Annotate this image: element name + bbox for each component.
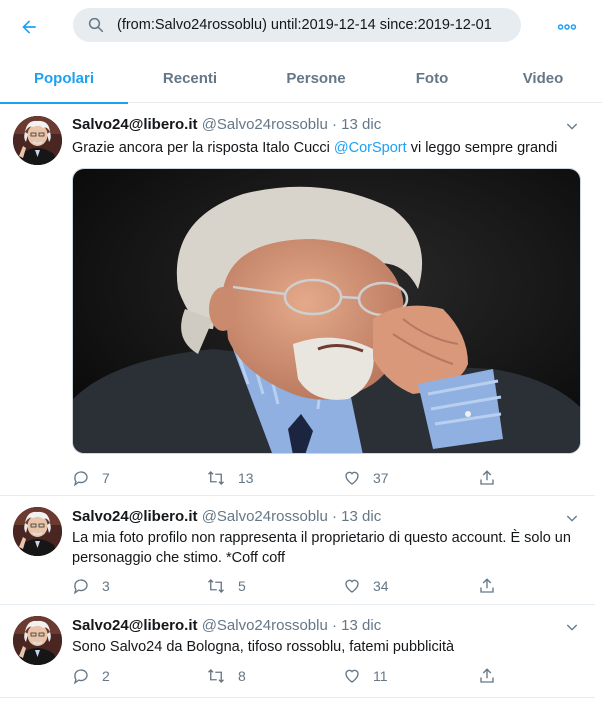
avatar[interactable] [13,116,62,165]
mention-link[interactable]: @CorSport [334,140,407,156]
tweet-actions: 2 8 11 [72,666,512,686]
top-bar [0,0,602,53]
tweet-header: Salvo24@libero.it @Salvo24rossoblu · 13 … [72,116,381,136]
reply-icon [73,669,88,685]
tweet-photo[interactable] [72,168,581,454]
like-count: 34 [373,578,389,594]
heart-icon [345,669,359,683]
retweet-count: 13 [238,470,254,486]
more-button[interactable] [552,12,582,42]
search-icon [88,17,104,33]
heart-icon [345,579,359,593]
retweet-icon [208,471,224,485]
share-icon [480,668,494,683]
display-name[interactable]: Salvo24@libero.it [72,508,198,525]
user-handle[interactable]: @Salvo24rossoblu [202,508,328,525]
tweet-date[interactable]: 13 dic [341,617,381,634]
share-button[interactable] [478,666,496,686]
tab-recenti[interactable]: Recenti [128,53,252,103]
retweet-button[interactable]: 5 [206,576,246,596]
tweet-header: Salvo24@libero.it @Salvo24rossoblu · 13 … [72,508,381,528]
separator-dot: · [332,508,337,525]
share-button[interactable] [478,576,496,596]
chevron-down-icon[interactable] [564,619,580,635]
avatar[interactable] [13,507,62,556]
display-name[interactable]: Salvo24@libero.it [72,617,198,634]
chevron-down-icon[interactable] [564,510,580,526]
like-count: 11 [373,668,388,684]
arrow-left-icon [22,20,36,34]
reply-button[interactable]: 3 [72,576,110,596]
tab-persone[interactable]: Persone [252,53,380,103]
like-button[interactable]: 37 [343,468,389,488]
back-button[interactable] [14,12,44,42]
reply-icon [73,579,88,595]
tweet-actions: 7 13 37 [72,468,512,488]
like-count: 37 [373,470,389,486]
reply-count: 2 [102,668,110,684]
tab-popolari[interactable]: Popolari [0,53,128,104]
separator-dot: · [332,116,337,133]
tab-foto[interactable]: Foto [380,53,484,103]
reply-icon [73,471,88,487]
tweet-date[interactable]: 13 dic [341,508,381,525]
heart-icon [345,471,359,485]
reply-count: 3 [102,578,110,594]
tweet-text: La mia foto profilo non rappresenta il p… [72,530,571,566]
user-handle[interactable]: @Salvo24rossoblu [202,116,328,133]
share-icon [480,578,494,593]
retweet-count: 8 [238,668,246,684]
avatar[interactable] [13,616,62,665]
tweet-text: Grazie ancora per la risposta Italo Cucc… [72,138,582,158]
tweet-header: Salvo24@libero.it @Salvo24rossoblu · 13 … [72,617,381,637]
share-button[interactable] [478,468,496,488]
photo-image [73,169,580,453]
tweet-text-part: Grazie ancora per la risposta Italo Cucc… [72,140,334,156]
tweet[interactable]: Salvo24@libero.it @Salvo24rossoblu · 13 … [0,606,595,698]
like-button[interactable]: 34 [343,576,389,596]
reply-count: 7 [102,470,110,486]
retweet-button[interactable]: 13 [206,468,254,488]
tweet[interactable]: Salvo24@libero.it @Salvo24rossoblu · 13 … [0,104,595,496]
share-icon [480,470,494,485]
search-tabs: Popolari Recenti Persone Foto Video [0,53,602,104]
search-input[interactable] [117,8,513,42]
retweet-icon [208,579,224,593]
like-button[interactable]: 11 [343,666,388,686]
tweet[interactable]: Salvo24@libero.it @Salvo24rossoblu · 13 … [0,497,595,605]
more-dots-icon [557,24,577,30]
separator-dot: · [332,617,337,634]
retweet-count: 5 [238,578,246,594]
search-bar[interactable] [73,8,521,42]
reply-button[interactable]: 7 [72,468,110,488]
tweet-text-part: vi leggo sempre grandi [406,140,558,156]
tweet-actions: 3 5 34 [72,576,512,596]
tweet-text: Sono Salvo24 da Bologna, tifoso rossoblu… [72,639,455,655]
reply-button[interactable]: 2 [72,666,110,686]
tab-video[interactable]: Video [484,53,602,103]
chevron-down-icon[interactable] [564,118,580,134]
retweet-icon [208,669,224,683]
user-handle[interactable]: @Salvo24rossoblu [202,617,328,634]
retweet-button[interactable]: 8 [206,666,246,686]
tweet-date[interactable]: 13 dic [341,116,381,133]
display-name[interactable]: Salvo24@libero.it [72,116,198,133]
